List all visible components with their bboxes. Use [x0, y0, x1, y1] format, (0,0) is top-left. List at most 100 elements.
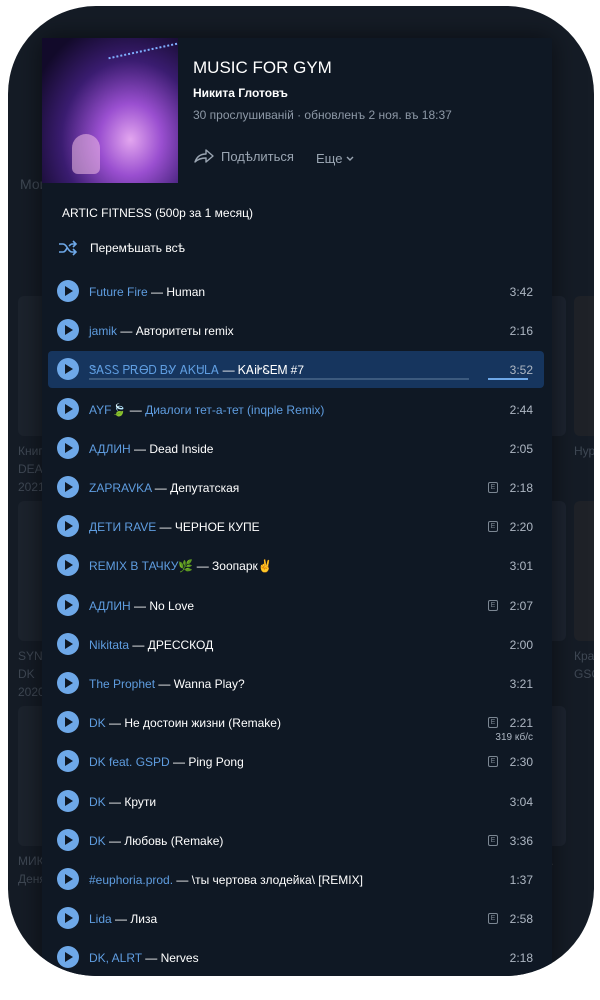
play-icon[interactable]: [57, 828, 79, 851]
track-artist-link[interactable]: DK feat. GSPD: [89, 755, 170, 769]
track-row[interactable]: ZAPRAVKA — Депутатская E 2:18: [48, 469, 544, 506]
track-title-line: Future Fire — Human: [89, 285, 205, 299]
bg-album-title: Нур: [574, 444, 594, 458]
more-label: Еще: [316, 151, 343, 166]
bg-album-artist: DK: [18, 667, 35, 681]
play-icon[interactable]: [57, 280, 79, 302]
track-artist-link[interactable]: ZAPRAVKA: [89, 481, 151, 495]
track-artist-link[interactable]: АДЛИН: [89, 599, 131, 613]
play-icon[interactable]: [57, 593, 79, 616]
track-separator: —: [129, 637, 148, 652]
play-icon[interactable]: [57, 515, 79, 538]
playlist-owner-link[interactable]: Никита Глотовъ: [193, 86, 288, 100]
track-title: Nerves: [160, 951, 199, 966]
bg-album-cover: [574, 296, 594, 436]
play-icon[interactable]: [57, 358, 79, 381]
play-icon[interactable]: [57, 397, 79, 420]
play-icon[interactable]: [57, 632, 79, 655]
track-separator: —: [156, 520, 175, 535]
play-icon[interactable]: [57, 711, 79, 734]
track-title: ДРЕССКОД: [147, 637, 214, 652]
share-icon: [194, 149, 214, 163]
track-separator: —: [173, 873, 192, 887]
track-title-line: #euphoria.prod. — \ты чертова злодейка\ …: [89, 873, 363, 887]
play-icon[interactable]: [57, 946, 79, 969]
track-row[interactable]: REMIX В ТАЧКУ🌿 — Зоопарк✌️ 3:01: [48, 547, 544, 584]
volume-slider[interactable]: [488, 378, 528, 381]
more-button[interactable]: Еще: [316, 151, 354, 166]
play-icon[interactable]: [57, 789, 79, 812]
track-duration: 2:16: [509, 324, 533, 339]
track-artist-link[interactable]: DK, ALRT: [89, 951, 142, 965]
track-progress-bar[interactable]: [89, 378, 469, 381]
playlist-subtitle: ARTIC FITNESS (500р за 1 месяц): [62, 206, 253, 220]
track-artist-link[interactable]: jamik: [89, 324, 117, 338]
track-row[interactable]: АДЛИН — Dead Inside 2:05: [48, 430, 544, 467]
track-title-line: ZAPRAVKA — Депутатская: [89, 481, 239, 495]
track-duration: 3:52: [509, 363, 533, 378]
track-title: Любовь (Remake): [124, 833, 224, 848]
track-row[interactable]: DK, ALRT — Nerves 2:18: [48, 939, 544, 976]
play-icon[interactable]: [57, 436, 79, 459]
track-title: Депутатская: [170, 481, 240, 495]
track-row[interactable]: DK — Не достоин жизни (Remake) E 2:21 319 к…: [48, 704, 544, 743]
share-label: Подѣлиться: [221, 148, 294, 164]
track-artist-link[interactable]: ДЕТИ RAVE: [89, 520, 156, 534]
track-separator: —: [105, 794, 125, 809]
track-row[interactable]: The Prophet — Wanna Play? 3:21: [48, 665, 544, 702]
explicit-badge-icon: E: [488, 913, 498, 925]
play-icon[interactable]: [57, 750, 79, 773]
track-row[interactable]: DK — Крути 3:04: [48, 783, 544, 820]
track-row[interactable]: АДЛИН — No Love E 2:07: [48, 587, 544, 624]
play-icon[interactable]: [57, 554, 79, 577]
track-row[interactable]: AYF🍃 — Диалоги тет-а-тет (inqple Remix) 2…: [48, 391, 544, 428]
track-row[interactable]: #euphoria.prod. — \ты чертова злодейка\ …: [48, 861, 544, 898]
play-icon[interactable]: [57, 868, 79, 890]
track-artist-link[interactable]: #euphoria.prod.: [89, 873, 173, 887]
track-duration: 3:04: [509, 794, 533, 809]
track-row[interactable]: DK — Любовь (Remake) E 3:36: [48, 822, 544, 859]
track-duration: 2:20: [509, 520, 533, 535]
track-artist-link[interactable]: DK: [89, 716, 106, 730]
track-separator: —: [130, 441, 150, 456]
track-separator: —: [126, 402, 146, 417]
track-artist-link[interactable]: REMIX В ТАЧКУ🌿: [89, 559, 193, 573]
track-duration: 2:07: [509, 598, 533, 613]
track-artist-link[interactable]: DK: [89, 795, 106, 809]
play-icon[interactable]: [57, 672, 79, 694]
track-artist-link[interactable]: ᏕᎪᏚᏚ ᏢᎡᎾᎠ ᏴᎽ ᎪᏦᏌᏞᎪ: [89, 363, 219, 377]
track-title: No Love: [149, 598, 195, 613]
share-button[interactable]: Подѣлиться: [193, 148, 294, 164]
track-row[interactable]: ДЕТИ RAVE — ЧЕРНОЕ КУПЕ E 2:20: [48, 508, 544, 545]
track-row[interactable]: Nikitata — ДРЕССКОД 2:00: [48, 626, 544, 663]
track-title-line: DK — Крути: [89, 795, 156, 809]
track-separator: —: [130, 598, 150, 613]
cover-led-strip: [108, 42, 178, 62]
track-separator: —: [169, 755, 189, 770]
track-artist-link[interactable]: АДЛИН: [89, 442, 131, 456]
track-artist-link[interactable]: Future Fire: [89, 285, 148, 299]
track-row[interactable]: ᏕᎪᏚᏚ ᏢᎡᎾᎠ ᏴᎽ ᎪᏦᏌᏞᎪ — ᏦᎪᎥᎨᏋᎬᎷ #7 3:52: [48, 351, 544, 389]
track-separator: —: [151, 481, 171, 495]
play-icon[interactable]: [57, 907, 79, 930]
cover-figure: [72, 134, 100, 174]
track-title-line: DK — Любовь (Remake): [89, 834, 223, 848]
track-row[interactable]: Future Fire — Human 3:42: [48, 273, 544, 310]
track-artist-link[interactable]: Nikitata: [89, 638, 129, 652]
track-row[interactable]: jamik — Авторитеты remix 2:16: [48, 312, 544, 349]
track-title: Зоопарк✌️: [212, 559, 273, 574]
track-duration: 2:18: [509, 951, 533, 966]
track-artist-link[interactable]: AYF🍃: [89, 403, 126, 417]
track-row[interactable]: DK feat. GSPD — Ping Pong E 2:30: [48, 743, 544, 780]
track-title-line: DK, ALRT — Nerves: [89, 951, 199, 965]
play-icon[interactable]: [57, 476, 79, 498]
track-artist-link[interactable]: The Prophet: [89, 677, 155, 691]
track-title-line: REMIX В ТАЧКУ🌿 — Зоопарк✌️: [89, 559, 273, 573]
play-icon[interactable]: [57, 319, 79, 342]
track-title: ᏦᎪᎥᎨᏋᎬᎷ #7: [237, 363, 305, 378]
track-artist-link[interactable]: DK: [89, 834, 106, 848]
track-row[interactable]: Lida — Лиза E 2:58: [48, 900, 544, 937]
track-artist-link[interactable]: Lida: [89, 912, 112, 926]
shuffle-all-button[interactable]: Перемѣшать всѣ: [58, 240, 185, 256]
track-duration: 2:18: [509, 481, 533, 495]
